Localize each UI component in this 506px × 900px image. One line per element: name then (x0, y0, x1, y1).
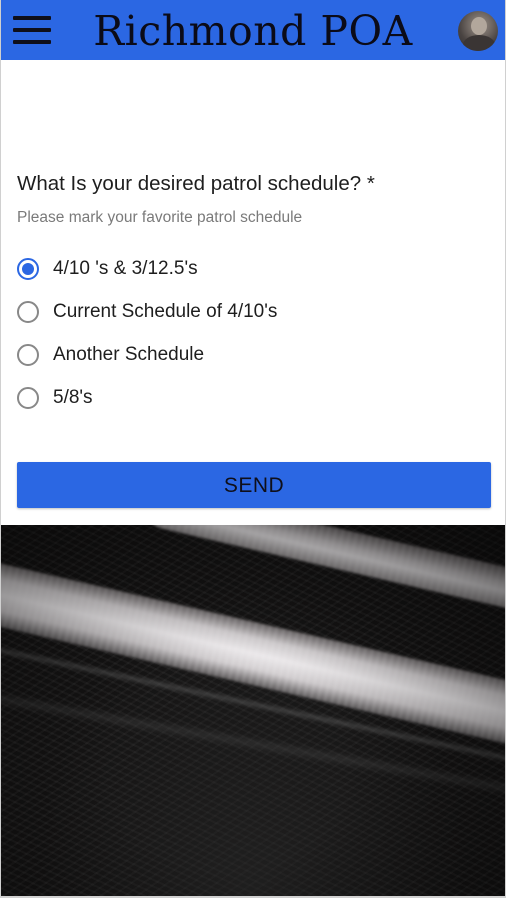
background-fabric-image (1, 525, 505, 896)
app-bar: Richmond POA (1, 0, 505, 60)
radio-selected-icon[interactable] (17, 257, 39, 280)
option-current-schedule[interactable]: Current Schedule of 4/10's (15, 290, 495, 333)
radio-unselected-icon[interactable] (17, 343, 39, 366)
app-title: Richmond POA (93, 7, 413, 55)
send-button[interactable]: SEND (17, 462, 491, 508)
radio-unselected-icon[interactable] (17, 386, 39, 409)
option-label: Current Schedule of 4/10's (53, 300, 278, 322)
option-5-8[interactable]: 5/8's (15, 376, 495, 419)
option-label: Another Schedule (53, 343, 205, 365)
radio-unselected-icon[interactable] (17, 300, 39, 323)
user-avatar[interactable] (458, 11, 498, 51)
option-label: 5/8's (53, 386, 93, 408)
option-another-schedule[interactable]: Another Schedule (15, 333, 495, 376)
question-hint: Please mark your favorite patrol schedul… (17, 209, 303, 226)
option-label: 4/10 's & 3/12.5's (53, 257, 198, 279)
app-frame: Richmond POA What Is your desired patrol… (0, 0, 506, 898)
option-4-10-and-3-12-5[interactable]: 4/10 's & 3/12.5's (15, 247, 495, 290)
question-text: What Is your desired patrol schedule? * (17, 172, 375, 195)
schedule-options: 4/10 's & 3/12.5's Current Schedule of 4… (15, 247, 495, 419)
